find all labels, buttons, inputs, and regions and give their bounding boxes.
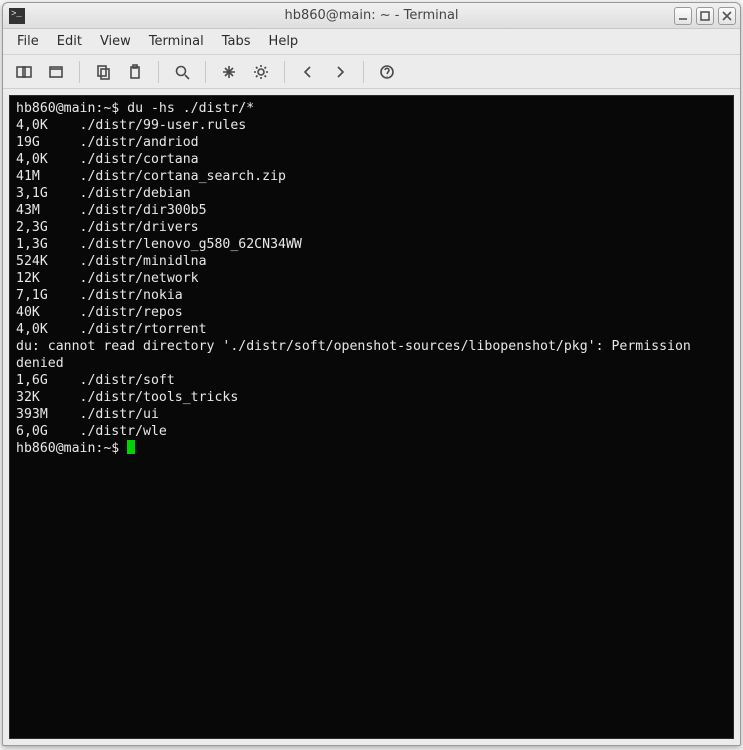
paste-icon — [127, 64, 143, 80]
help-button[interactable] — [372, 59, 402, 85]
minimize-icon — [678, 11, 688, 21]
terminal-window: hb860@main: ~ - Terminal File Edit View … — [2, 2, 741, 746]
menu-terminal[interactable]: Terminal — [141, 31, 212, 52]
maximize-button[interactable] — [696, 7, 714, 25]
preferences-button[interactable] — [246, 59, 276, 85]
toolbar-separator — [363, 61, 364, 83]
help-icon — [379, 64, 395, 80]
toolbar-separator — [284, 61, 285, 83]
close-button[interactable] — [718, 7, 736, 25]
new-tab-icon — [16, 64, 32, 80]
terminal-output[interactable]: hb860@main:~$ du -hs ./distr/* 4,0K ./di… — [9, 95, 734, 739]
copy-icon — [95, 64, 111, 80]
new-tab-button[interactable] — [9, 59, 39, 85]
fullscreen-button[interactable] — [214, 59, 244, 85]
fullscreen-icon — [221, 64, 237, 80]
menu-file[interactable]: File — [9, 31, 47, 52]
next-tab-button[interactable] — [325, 59, 355, 85]
cursor — [127, 440, 135, 454]
menu-edit[interactable]: Edit — [49, 31, 90, 52]
new-window-button[interactable] — [41, 59, 71, 85]
terminal-container: hb860@main:~$ du -hs ./distr/* 4,0K ./di… — [3, 89, 740, 745]
search-button[interactable] — [167, 59, 197, 85]
gear-icon — [253, 64, 269, 80]
app-icon — [9, 8, 25, 24]
arrow-left-icon — [300, 64, 316, 80]
menu-tabs[interactable]: Tabs — [214, 31, 259, 52]
new-window-icon — [48, 64, 64, 80]
search-icon — [174, 64, 190, 80]
maximize-icon — [700, 11, 710, 21]
titlebar[interactable]: hb860@main: ~ - Terminal — [3, 3, 740, 29]
paste-button[interactable] — [120, 59, 150, 85]
toolbar-separator — [158, 61, 159, 83]
window-buttons — [674, 7, 740, 25]
menubar: File Edit View Terminal Tabs Help — [3, 29, 740, 55]
toolbar — [3, 55, 740, 89]
minimize-button[interactable] — [674, 7, 692, 25]
toolbar-separator — [205, 61, 206, 83]
window-title: hb860@main: ~ - Terminal — [3, 8, 740, 23]
prev-tab-button[interactable] — [293, 59, 323, 85]
menu-view[interactable]: View — [92, 31, 139, 52]
toolbar-separator — [79, 61, 80, 83]
arrow-right-icon — [332, 64, 348, 80]
close-icon — [722, 11, 732, 21]
copy-button[interactable] — [88, 59, 118, 85]
menu-help[interactable]: Help — [261, 31, 307, 52]
